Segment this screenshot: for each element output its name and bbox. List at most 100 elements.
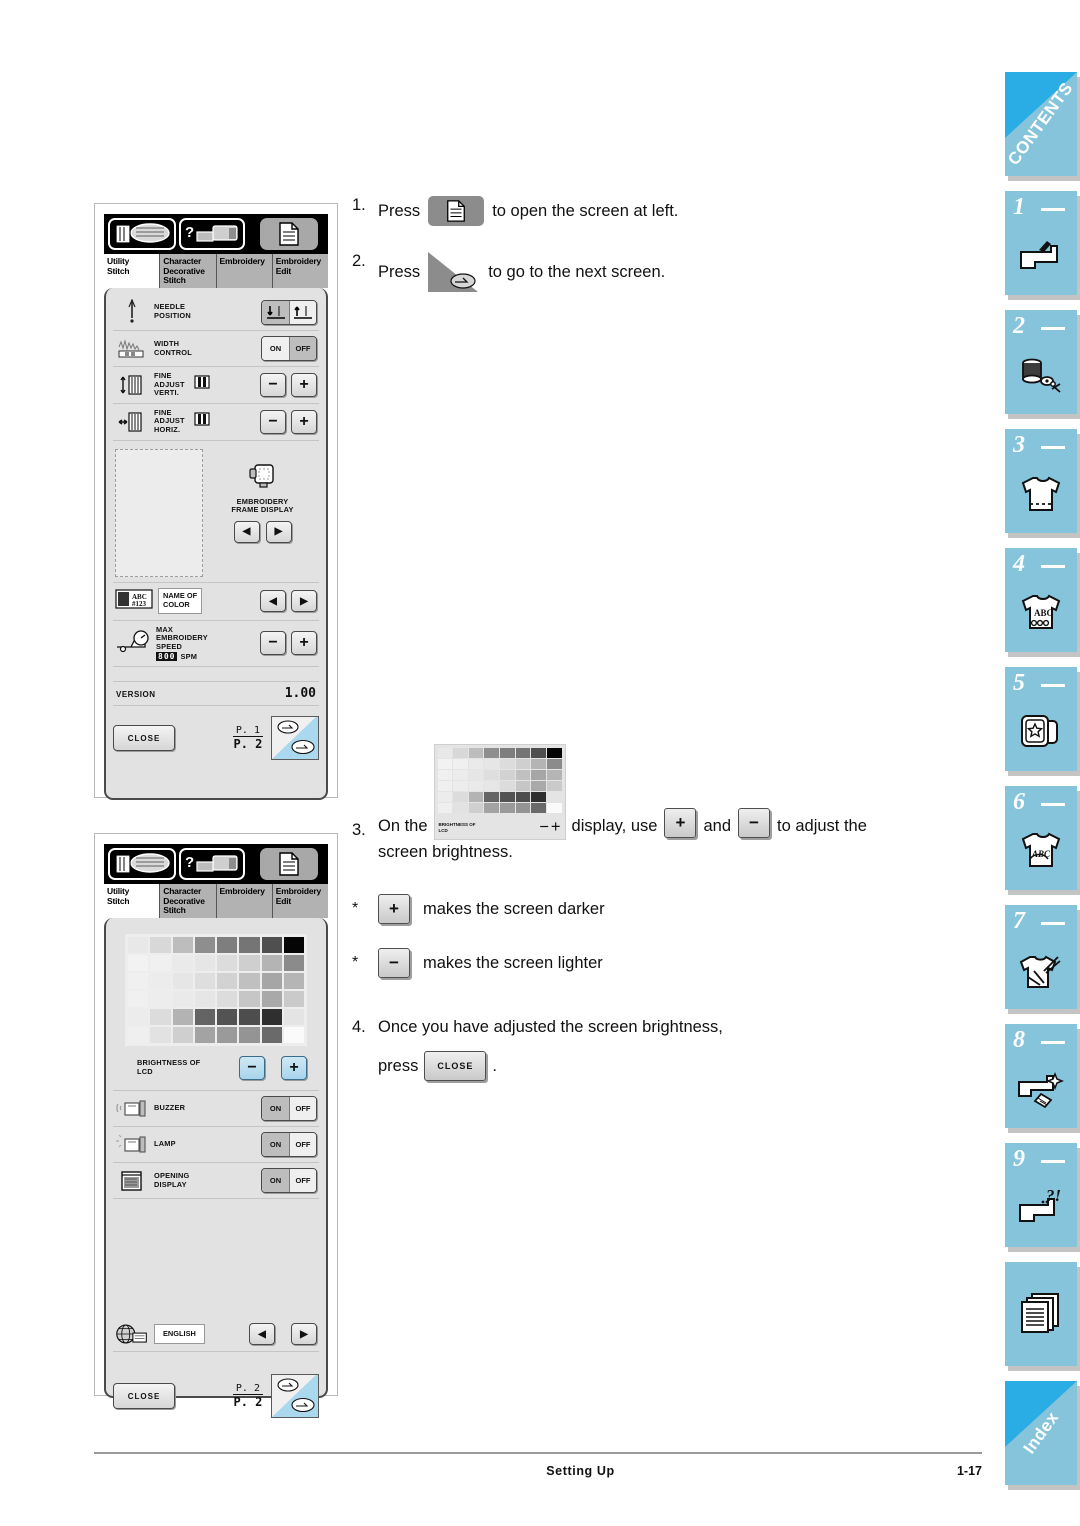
brightness-cell [217, 991, 238, 1007]
row-label-needle-position: NEEDLE POSITION [154, 302, 191, 320]
brightness-plus-button[interactable]: + [281, 1056, 307, 1080]
rail-tab-chapter-2[interactable]: 2 [1005, 310, 1077, 414]
rail-tab-chapter-1[interactable]: 1 [1005, 191, 1077, 295]
needle-up-option[interactable] [289, 300, 316, 324]
page-counter-current-2: P. 2 [232, 1383, 263, 1395]
bullet-2-minus-button[interactable]: − [378, 948, 410, 978]
stitch-selection-icon[interactable] [108, 848, 176, 880]
tab-utility-stitch[interactable]: Utility Stitch [104, 254, 161, 288]
bullet-1-plus-button[interactable]: + [378, 894, 410, 924]
brightness-cell [283, 955, 304, 971]
brightness-cell [150, 991, 171, 1007]
fine-adjust-vertical-plus[interactable]: + [291, 372, 317, 397]
machine-help-icon[interactable]: ? [179, 218, 245, 250]
tab-character-decorative-stitch[interactable]: Character Decorative Stitch [160, 254, 217, 288]
needle-down-option[interactable] [262, 300, 289, 324]
settings-list-page-2: BRIGHTNESS OFLCD − + BUZZER ON OFF LAMP [104, 918, 328, 1418]
machine-sparkle-icon [1005, 1052, 1077, 1126]
brightness-minus-button[interactable]: − [239, 1056, 265, 1080]
max-speed-plus-button[interactable]: + [291, 631, 317, 656]
close-button-page-1[interactable]: CLOSE [113, 725, 175, 752]
page-turn-button-page-1[interactable] [271, 716, 319, 761]
buzzer-on[interactable]: ON [262, 1097, 289, 1120]
step-3-plus-button[interactable]: + [664, 808, 697, 838]
settings-list-icon[interactable] [260, 848, 318, 880]
width-control-off[interactable]: OFF [289, 337, 316, 360]
globe-language-icon [115, 1322, 149, 1346]
brightness-cell [150, 973, 171, 989]
brightness-cell [437, 803, 453, 813]
close-button-page-2[interactable]: CLOSE [113, 1383, 175, 1409]
fine-adjust-vertical-indicator [194, 375, 210, 394]
brightness-cell [128, 955, 149, 971]
tab-embroidery-edit-2[interactable]: Embroidery Edit [273, 884, 328, 918]
rail-tab-chapter-6[interactable]: 6 ABC [1005, 786, 1077, 890]
name-of-color-next-button[interactable]: ▶ [291, 590, 317, 613]
opening-display-toggle[interactable]: ON OFF [261, 1168, 317, 1193]
lcd-icon-bar: ? [104, 214, 328, 254]
rail-tab-dash [1041, 327, 1065, 330]
rail-tab-dash [1041, 922, 1065, 925]
rail-tab-chapter-4[interactable]: 4 ABC [1005, 548, 1077, 652]
thumbnail-brightness-label: BRIGHTNESS OF LCD [438, 822, 476, 833]
fine-adjust-horizontal-minus[interactable]: − [260, 409, 286, 434]
lamp-off[interactable]: OFF [289, 1133, 316, 1156]
fine-adjust-vertical-minus[interactable]: − [260, 372, 286, 397]
opening-display-off[interactable]: OFF [289, 1169, 316, 1192]
tshirt-stitch-icon [1005, 457, 1077, 531]
bullet-2-mark: * [352, 954, 359, 971]
tab-embroidery-2[interactable]: Embroidery [217, 884, 273, 918]
width-control-toggle[interactable]: ON OFF [261, 336, 317, 361]
brightness-cell [217, 1009, 238, 1025]
fine-adjust-horizontal-plus[interactable]: + [291, 409, 317, 434]
width-control-on[interactable]: ON [262, 337, 289, 360]
rail-tab-number: 3 [1013, 432, 1025, 458]
thumbnail-minus-button: − [539, 818, 549, 836]
rail-tab-contents[interactable]: CONTENTS [1004, 72, 1077, 176]
language-prev-button[interactable]: ◀ [249, 1323, 275, 1345]
brightness-cell [453, 770, 468, 780]
max-speed-minus-button[interactable]: − [260, 631, 286, 656]
buzzer-toggle[interactable]: ON OFF [261, 1096, 317, 1121]
close-button-inline[interactable]: CLOSE [424, 1051, 487, 1081]
rail-tab-chapter-7[interactable]: 7 [1005, 905, 1077, 1009]
brightness-cell [172, 937, 193, 953]
settings-list-icon[interactable] [428, 196, 485, 226]
brightness-cell [172, 1027, 193, 1043]
brightness-cell [437, 781, 453, 791]
tab-utility-stitch-2[interactable]: Utility Stitch [104, 884, 161, 918]
rail-tab-chapter-5[interactable]: 5 [1005, 667, 1077, 771]
tab-embroidery[interactable]: Embroidery [217, 254, 273, 288]
rail-tab-number: 2 [1013, 313, 1025, 339]
machine-help-icon[interactable]: ? [179, 848, 245, 880]
brightness-cell [437, 792, 453, 802]
page-turn-corner-icon[interactable] [428, 252, 480, 292]
embroidery-frame-next-button[interactable]: ▶ [265, 520, 292, 543]
rail-tab-chapter-8[interactable]: 8 [1005, 1024, 1077, 1128]
language-next-button[interactable]: ▶ [291, 1323, 317, 1345]
rail-tab-chapter-3[interactable]: 3 [1005, 429, 1077, 533]
needle-position-toggle[interactable] [261, 299, 317, 325]
page-turn-button-page-2[interactable] [271, 1374, 319, 1418]
max-speed-value: 800 [156, 652, 178, 662]
lamp-toggle[interactable]: ON OFF [261, 1132, 317, 1157]
embroidery-frame-prev-button[interactable]: ◀ [233, 520, 260, 543]
lamp-on[interactable]: ON [262, 1133, 289, 1156]
rail-tab-index[interactable]: Index [1005, 1381, 1077, 1485]
brightness-cell [515, 792, 531, 802]
step-3-minus-button[interactable]: − [738, 808, 770, 838]
name-of-color-prev-button[interactable]: ◀ [260, 590, 286, 613]
brightness-cell [484, 792, 500, 802]
brightness-cell [453, 781, 468, 791]
opening-display-on[interactable]: ON [262, 1169, 289, 1192]
svg-text:ABC: ABC [1034, 608, 1053, 618]
tab-character-decorative-stitch-2[interactable]: Character Decorative Stitch [160, 884, 217, 918]
buzzer-off[interactable]: OFF [289, 1097, 316, 1120]
svg-text:#123: #123 [132, 600, 147, 608]
stitch-selection-icon[interactable] [108, 218, 176, 250]
settings-list-icon[interactable] [260, 218, 318, 250]
brightness-cell [239, 991, 260, 1007]
rail-tab-chapter-9[interactable]: 9?! [1005, 1143, 1077, 1247]
rail-tab-appendix[interactable] [1005, 1262, 1077, 1366]
tab-embroidery-edit[interactable]: Embroidery Edit [273, 254, 328, 288]
